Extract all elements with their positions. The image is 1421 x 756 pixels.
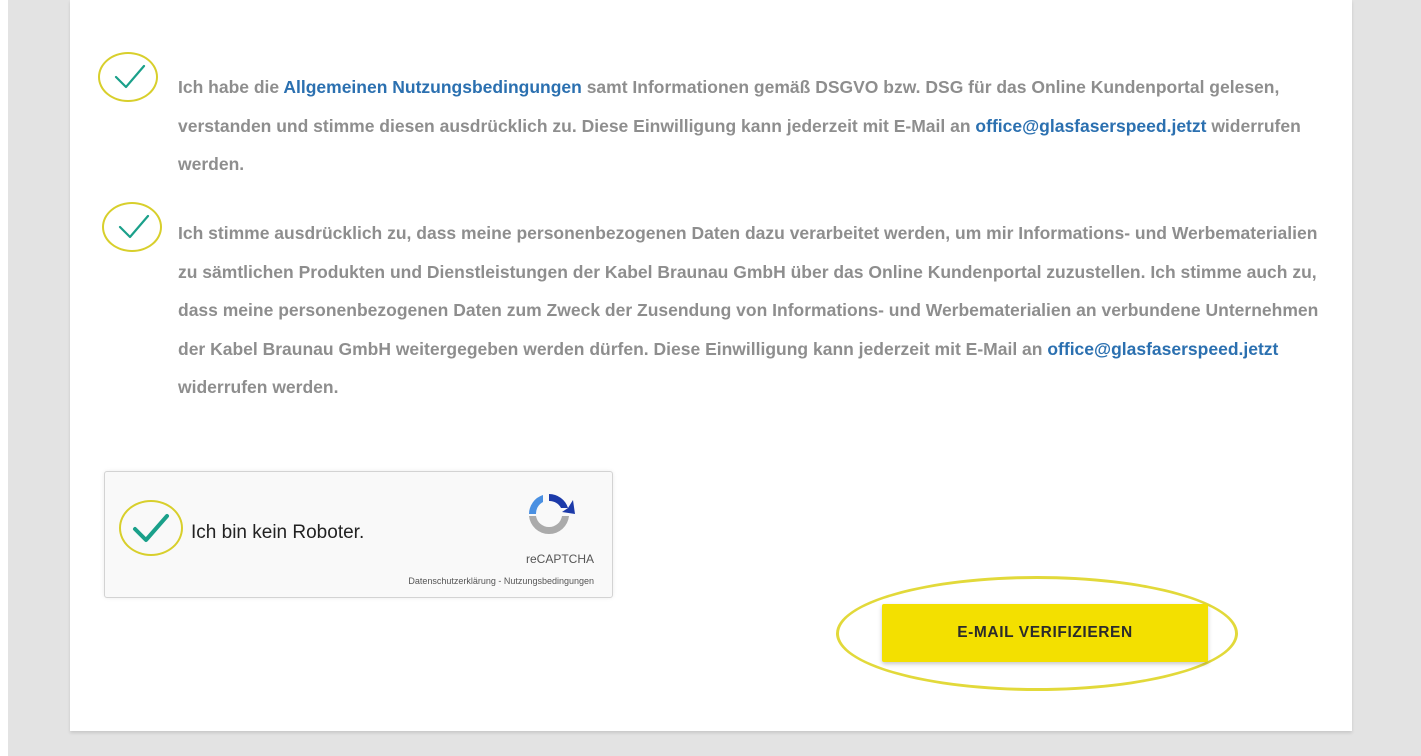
- checkmark-icon: [118, 214, 150, 239]
- terms-link[interactable]: Nutzungsbedingungen: [504, 576, 594, 586]
- email-link[interactable]: office@glasfaserspeed.jetzt: [1047, 339, 1278, 359]
- consent-terms-checkbox[interactable]: [98, 52, 158, 102]
- recaptcha-brand: reCAPTCHA: [525, 552, 594, 566]
- privacy-link[interactable]: Datenschutzerklärung: [408, 576, 496, 586]
- consent-terms-text: Ich habe die Allgemeinen Nutzungsbedingu…: [178, 77, 1301, 174]
- consent-marketing-checkbox[interactable]: [102, 202, 162, 252]
- recaptcha-links: Datenschutzerklärung - Nutzungsbedingung…: [408, 576, 594, 586]
- recaptcha-widget: Ich bin kein Roboter. reCAPTCHA Datensch…: [104, 471, 613, 598]
- verify-email-button[interactable]: E-MAIL VERIFIZIEREN: [882, 604, 1208, 662]
- checkmark-icon: [114, 64, 146, 89]
- email-link[interactable]: office@glasfaserspeed.jetzt: [975, 116, 1206, 136]
- terms-link[interactable]: Allgemeinen Nutzungsbedingungen: [283, 77, 581, 97]
- checkmark-icon: [133, 514, 169, 542]
- recaptcha-logo-icon: [529, 494, 575, 535]
- recaptcha-checkbox[interactable]: [119, 500, 183, 556]
- consent-marketing-text: Ich stimme ausdrücklich zu, dass meine p…: [178, 223, 1319, 397]
- recaptcha-label: Ich bin kein Roboter.: [191, 522, 365, 543]
- consent-marketing: Ich stimme ausdrücklich zu, dass meine p…: [108, 214, 1328, 407]
- consent-terms: Ich habe die Allgemeinen Nutzungsbedingu…: [108, 68, 1328, 184]
- page-edge: [0, 0, 8, 756]
